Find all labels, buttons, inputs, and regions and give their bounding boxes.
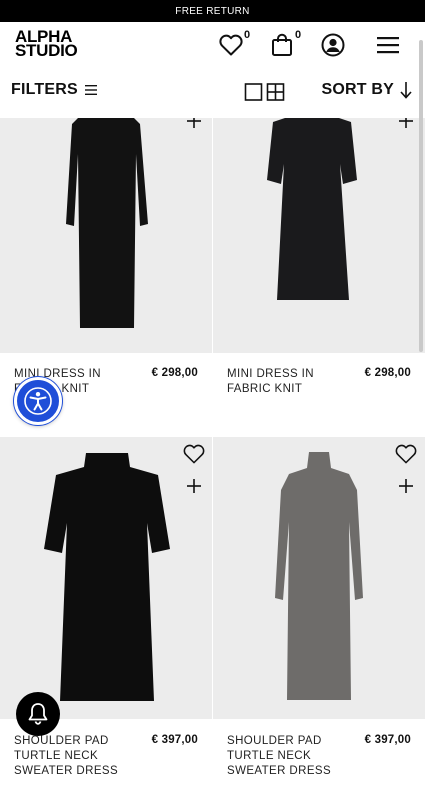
promo-bar: FREE RETURN — [0, 0, 425, 22]
add-to-cart-button[interactable] — [182, 118, 206, 133]
heart-icon — [395, 444, 417, 464]
product-card[interactable]: SHOULDER PAD TURTLE NECK SWEATER DRESS €… — [213, 437, 425, 800]
dress-turtle-neck-image — [275, 452, 363, 700]
product-price: € 397,00 — [151, 734, 198, 746]
wishlist-toggle[interactable] — [394, 442, 418, 466]
filter-lines-icon — [84, 85, 97, 95]
product-image[interactable] — [0, 118, 212, 353]
add-to-cart-button[interactable] — [394, 118, 418, 133]
sort-label: SORT BY — [321, 81, 394, 98]
plus-icon — [399, 479, 413, 493]
product-price: € 397,00 — [364, 734, 411, 746]
logo-line-2: STUDIO — [15, 41, 78, 60]
product-image[interactable] — [213, 437, 425, 719]
account-button[interactable] — [319, 31, 347, 59]
wishlist-count: 0 — [244, 29, 251, 41]
product-name[interactable]: SHOULDER PAD TURTLE NECK SWEATER DRESS — [14, 734, 144, 779]
bell-icon — [28, 703, 48, 725]
plus-icon — [187, 118, 201, 128]
filters-button[interactable]: FILTERS — [11, 81, 98, 99]
grid-view-icon[interactable] — [266, 82, 286, 102]
add-to-cart-button[interactable] — [182, 474, 206, 498]
wishlist-toggle[interactable] — [182, 442, 206, 466]
product-name[interactable]: SHOULDER PAD TURTLE NECK SWEATER DRESS — [227, 734, 357, 779]
product-name[interactable]: MINI DRESS IN FABRIC KNIT — [227, 367, 357, 397]
filters-label: FILTERS — [11, 81, 78, 98]
dress-long-sleeve-image — [66, 118, 148, 328]
site-header: ALPHA STUDIO 0 0 — [0, 22, 425, 68]
add-to-cart-button[interactable] — [394, 474, 418, 498]
accessibility-button[interactable] — [14, 377, 62, 425]
brand-logo[interactable]: ALPHA STUDIO — [15, 28, 78, 60]
scrollbar-thumb[interactable] — [419, 40, 423, 352]
product-card[interactable]: SHOULDER PAD TURTLE NECK SWEATER DRESS €… — [0, 437, 212, 800]
menu-icon — [377, 37, 399, 54]
accessibility-icon — [24, 387, 52, 415]
plus-icon — [187, 479, 201, 493]
dress-short-sleeve-image — [44, 453, 170, 701]
notifications-button[interactable] — [16, 692, 60, 736]
menu-button[interactable] — [374, 31, 402, 59]
product-card[interactable]: MINI DRESS IN FABRIC KNIT € 298,00 — [213, 118, 425, 436]
cart-count: 0 — [295, 29, 302, 41]
promo-text: FREE RETURN — [175, 5, 250, 17]
cart-button[interactable] — [268, 31, 296, 59]
heart-icon — [219, 34, 243, 56]
wishlist-button[interactable] — [217, 31, 245, 59]
product-image[interactable] — [213, 118, 425, 353]
bag-icon — [272, 33, 292, 56]
account-icon — [321, 33, 345, 57]
product-image[interactable] — [0, 437, 212, 719]
product-price: € 298,00 — [151, 367, 198, 379]
dress-short-sleeve-image — [267, 118, 357, 300]
plus-icon — [399, 118, 413, 128]
sort-button[interactable]: SORT BY — [321, 81, 412, 99]
arrow-down-icon — [400, 82, 412, 99]
product-price: € 298,00 — [364, 367, 411, 379]
view-toggle — [244, 82, 286, 102]
single-column-view-icon[interactable] — [244, 82, 264, 102]
listing-toolbar: FILTERS SORT BY — [0, 68, 425, 118]
heart-icon — [183, 444, 205, 464]
